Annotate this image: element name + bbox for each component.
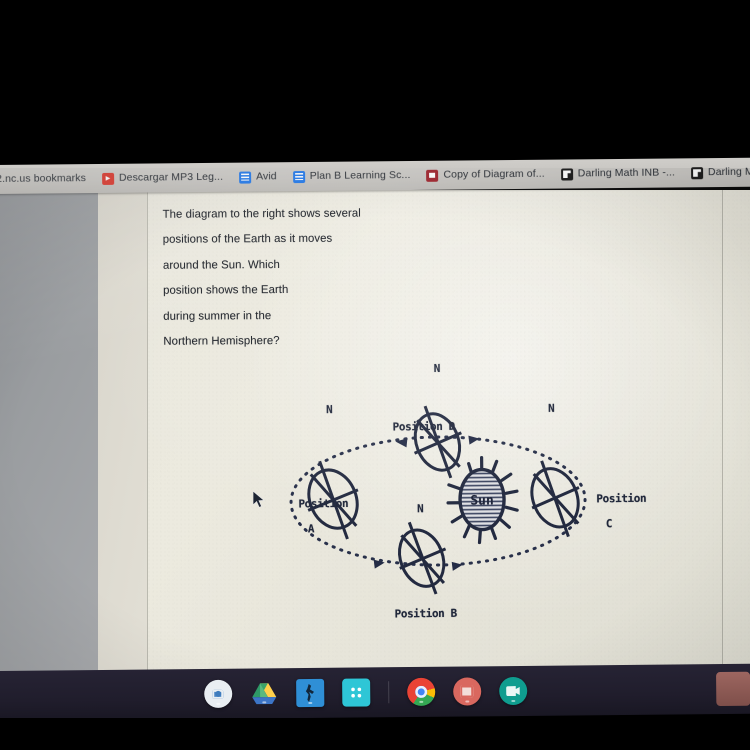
position-b-line1: Position B	[394, 606, 457, 620]
pole-label-b: N	[417, 502, 424, 516]
question-text: The diagram to the right shows several p…	[163, 201, 404, 355]
photos-app-icon[interactable]	[452, 677, 481, 706]
page-left-rule	[147, 190, 148, 672]
bookmark-label: Copy of Diagram of...	[443, 167, 545, 181]
position-c-line1: Position	[596, 491, 647, 505]
question-line-3: around the Sun. Which	[162, 258, 280, 272]
google-drive-icon[interactable]	[250, 680, 278, 706]
earth-b-axis	[407, 521, 438, 595]
bookmark-label: Plan B Learning Sc...	[309, 169, 411, 183]
mouse-cursor	[252, 490, 266, 509]
bookmark-label: 2.nc.us bookmarks	[0, 172, 87, 186]
apps-grid-icon[interactable]	[341, 678, 370, 707]
bookmark-item-descargar-mp3[interactable]: Descargar MP3 Leg...	[94, 165, 231, 190]
bookmarks-bar[interactable]: 2.nc.us bookmarks Descargar MP3 Leg... A…	[0, 157, 750, 194]
browser-left-gutter	[0, 190, 100, 672]
google-form-icon	[560, 167, 573, 181]
position-label-b: Position B	[357, 595, 457, 633]
position-label-d: Position D	[355, 408, 455, 446]
position-label-c: Position C	[559, 480, 646, 543]
bookmark-item-plan-b-learning[interactable]: Plan B Learning Sc...	[285, 163, 419, 188]
bookmark-item-copy-of-diagram[interactable]: Copy of Diagram of...	[418, 162, 553, 187]
google-docs-icon	[239, 171, 252, 184]
question-line-5: during summer in the	[163, 309, 272, 323]
earth-orbit-diagram: Sun N N N N Position A Position D Positi…	[247, 361, 646, 625]
bookmark-item-avid[interactable]: Avid	[231, 165, 285, 190]
taskbar-shelf[interactable]	[0, 663, 750, 721]
shelf-app-list	[0, 664, 750, 721]
google-slides-icon	[426, 169, 439, 182]
bookmark-item-darling-math-inb-1[interactable]: Darling Math INB -...	[553, 161, 683, 186]
pole-label-a: N	[326, 403, 333, 417]
screenshot-root: 2.nc.us bookmarks Descargar MP3 Leg... A…	[0, 0, 750, 750]
question-line-4: position shows the Earth	[163, 284, 289, 297]
google-form-icon	[690, 166, 704, 179]
question-line-6: Northern Hemisphere?	[163, 335, 280, 348]
position-label-a: Position A	[261, 485, 348, 548]
pole-label-c: N	[548, 401, 555, 415]
dance-app-icon[interactable]	[295, 678, 324, 708]
position-c-line2: C	[605, 516, 613, 530]
sun-illustration: Sun	[446, 455, 519, 545]
bookmark-item-darling-math-inb-2[interactable]: Darling Math INB -...	[683, 160, 750, 185]
shelf-divider	[387, 681, 389, 704]
document-left-margin	[98, 190, 148, 672]
camera-app-icon[interactable]	[203, 679, 232, 709]
letterbox-bottom	[0, 718, 750, 750]
video-app-icon[interactable]	[498, 676, 527, 706]
youtube-play-icon	[101, 172, 115, 185]
position-a-line2: A	[307, 521, 315, 535]
bookmark-label: Darling Math INB -...	[707, 165, 750, 179]
question-line-2: positions of the Earth as it moves	[162, 233, 333, 247]
shelf-status-tray[interactable]	[716, 671, 750, 707]
question-line-1: The diagram to the right shows several	[162, 207, 361, 221]
letterbox-top	[0, 0, 750, 168]
bookmark-item-nc-us-bookmarks[interactable]: 2.nc.us bookmarks	[0, 167, 94, 192]
bookmark-label: Avid	[256, 170, 277, 183]
sun-label: Sun	[470, 493, 494, 508]
position-d-line1: Position D	[392, 419, 455, 433]
chrome-icon[interactable]	[406, 677, 435, 707]
page-right-rule	[722, 190, 723, 672]
bookmark-label: Descargar MP3 Leg...	[118, 171, 224, 185]
pole-label-d: N	[433, 361, 440, 376]
position-a-line1: Position	[298, 496, 349, 510]
google-docs-icon	[292, 170, 305, 183]
bookmark-label: Darling Math INB -...	[577, 166, 676, 180]
